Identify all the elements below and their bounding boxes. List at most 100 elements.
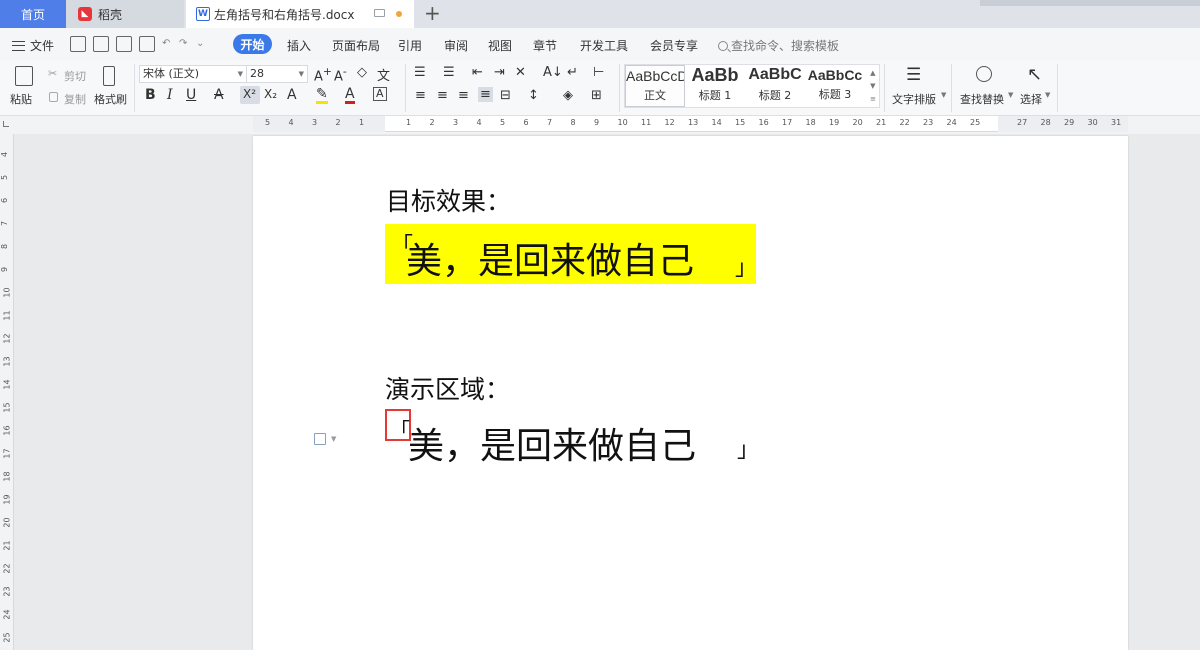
select-button[interactable]: 选择: [1020, 91, 1042, 107]
text-layout-icon[interactable]: ☰: [906, 65, 921, 85]
document-page[interactable]: 目标效果： 「 美，是回来做自己 」 演示区域： 「 美，是回来做自己 」 ▼: [253, 136, 1128, 650]
superscript-icon[interactable]: X²: [243, 87, 256, 101]
find-replace-button[interactable]: 查找替换: [960, 91, 1004, 107]
decrease-indent-icon[interactable]: ⇤: [472, 65, 483, 80]
text-effect-icon[interactable]: A: [287, 87, 297, 103]
numbered-list-icon[interactable]: ☰: [443, 65, 455, 80]
menu-tab-view[interactable]: 视图: [488, 37, 512, 54]
menu-tab-page-layout[interactable]: 页面布局: [332, 37, 380, 54]
daoke-logo-icon: ◣: [78, 7, 92, 21]
italic-icon[interactable]: I: [167, 87, 173, 103]
ruler-number: 25: [2, 632, 12, 643]
font-size-select[interactable]: 28 ▼: [246, 65, 308, 83]
sort-icon[interactable]: A↓: [543, 65, 563, 80]
chevron-down-icon: ▼: [1045, 91, 1051, 99]
shrink-font-icon[interactable]: A-: [334, 65, 347, 84]
font-color-icon[interactable]: A: [345, 87, 355, 104]
paste-options-icon[interactable]: [314, 433, 326, 445]
tab-selector-icon[interactable]: [3, 121, 9, 127]
redo-icon[interactable]: ↷: [179, 36, 189, 52]
style-heading-3-sample: AaBbCc: [807, 67, 863, 83]
cut-icon[interactable]: ✂: [48, 67, 57, 80]
paste-icon[interactable]: [15, 66, 33, 86]
style-heading-3[interactable]: AaBbCc 标题 3: [805, 65, 865, 107]
export-pdf-icon[interactable]: [93, 36, 109, 52]
ruler-number: 13: [688, 118, 699, 127]
command-search[interactable]: 查找命令、搜索模板: [718, 37, 839, 54]
format-painter-icon[interactable]: [103, 66, 115, 86]
cursor-arrow-icon[interactable]: ↖: [1027, 64, 1042, 85]
chinese-layout-icon[interactable]: ✕: [515, 65, 526, 80]
ribbon-divider: [619, 64, 620, 112]
distributed-icon[interactable]: ⊟: [500, 88, 511, 103]
ruler-number: 15: [735, 118, 746, 127]
save-icon[interactable]: [70, 36, 86, 52]
style-heading-1-label: 标题 1: [698, 89, 732, 102]
styles-scroll-icon[interactable]: ▲ ▼ ≡: [870, 67, 876, 106]
ruler-number: 18: [805, 118, 816, 127]
ruler-number: 5: [265, 118, 271, 127]
format-painter-button[interactable]: 格式刷: [94, 91, 127, 107]
copy-button[interactable]: 复制: [64, 91, 86, 107]
underline-icon[interactable]: U: [186, 87, 196, 103]
tab-daoke[interactable]: ◣ 稻壳: [66, 0, 184, 28]
menu-tab-insert[interactable]: 插入: [287, 37, 311, 54]
increase-indent-icon[interactable]: ⇥: [494, 65, 505, 80]
subscript-icon[interactable]: X₂: [264, 87, 277, 101]
style-normal[interactable]: AaBbCcDd 正文: [625, 65, 685, 107]
cut-button[interactable]: 剪切: [64, 68, 86, 84]
justify-icon[interactable]: ≡: [478, 87, 493, 102]
print-icon[interactable]: [116, 36, 132, 52]
line-spacing-icon[interactable]: ↕: [528, 88, 539, 103]
ruler-number: 7: [0, 220, 10, 227]
bold-icon[interactable]: B: [145, 87, 156, 103]
menu-tab-start[interactable]: 开始: [233, 34, 272, 54]
tab-home[interactable]: 首页: [0, 0, 66, 28]
grow-font-icon[interactable]: A+: [314, 65, 332, 84]
align-left-icon[interactable]: ≡: [415, 88, 426, 103]
character-border-icon[interactable]: A: [373, 87, 387, 101]
shading-icon[interactable]: ◈: [563, 88, 573, 103]
bullet-list-icon[interactable]: ☰: [414, 65, 426, 80]
new-tab-button[interactable]: +: [424, 3, 441, 23]
ruler-number: 24: [2, 609, 12, 620]
menu-tab-section[interactable]: 章节: [533, 37, 557, 54]
vertical-ruler[interactable]: 4 5 6 7 8 9 10 11 12 13 14 15 16 17 18 19 20 21 22 23 24 25: [0, 134, 14, 650]
copy-icon[interactable]: [49, 92, 58, 102]
font-name-select[interactable]: 宋体 (正文) ▼: [139, 65, 247, 83]
menu-tab-review[interactable]: 审阅: [444, 37, 468, 54]
tab-stops-icon[interactable]: ⊢: [593, 65, 604, 80]
style-heading-2-sample: AaBbC: [748, 66, 802, 83]
text-layout-button[interactable]: 文字排版: [892, 91, 936, 107]
show-marks-icon[interactable]: ↵: [567, 65, 578, 80]
tab-document[interactable]: W 左角括号和右角括号.docx: [186, 0, 414, 28]
phonetic-icon[interactable]: 文: [377, 65, 390, 84]
chevron-down-icon: ▼: [237, 70, 243, 78]
clear-format-icon[interactable]: ◇: [357, 65, 367, 80]
horizontal-ruler[interactable]: 5 4 3 2 1 1 2 3 4 5 6 7 8 9 10 11 12 13 14 15 16 17 18 19 20 21 22…: [253, 116, 1128, 132]
strikethrough-icon[interactable]: A: [214, 87, 224, 103]
paste-button[interactable]: 粘贴: [10, 91, 32, 107]
ruler-number: 19: [829, 118, 840, 127]
chevron-down-icon[interactable]: ▼: [331, 435, 336, 443]
style-heading-2[interactable]: AaBbC 标题 2: [745, 65, 805, 107]
find-replace-icon[interactable]: [976, 66, 992, 82]
borders-icon[interactable]: ⊞: [591, 88, 602, 103]
demo-right-bracket: 」: [737, 438, 760, 463]
undo-icon[interactable]: ↶: [162, 36, 172, 52]
ruler-number: 6: [523, 118, 529, 127]
monitor-icon[interactable]: [374, 9, 385, 17]
align-center-icon[interactable]: ≡: [437, 88, 448, 103]
menu-tab-member[interactable]: 会员专享: [650, 37, 698, 54]
align-right-icon[interactable]: ≡: [458, 88, 469, 103]
file-menu-button[interactable]: 文件: [12, 37, 54, 54]
style-heading-1[interactable]: AaBb 标题 1: [685, 65, 745, 107]
ruler-number: 12: [664, 118, 675, 127]
print-preview-icon[interactable]: [139, 36, 155, 52]
ruler-number: 13: [2, 356, 12, 367]
highlight-icon[interactable]: ✎: [316, 87, 328, 104]
menu-tab-references[interactable]: 引用: [398, 37, 422, 54]
menu-tab-developer[interactable]: 开发工具: [580, 37, 628, 54]
customize-chevron-icon[interactable]: ⌄: [196, 36, 206, 52]
ribbon-divider: [884, 64, 885, 112]
